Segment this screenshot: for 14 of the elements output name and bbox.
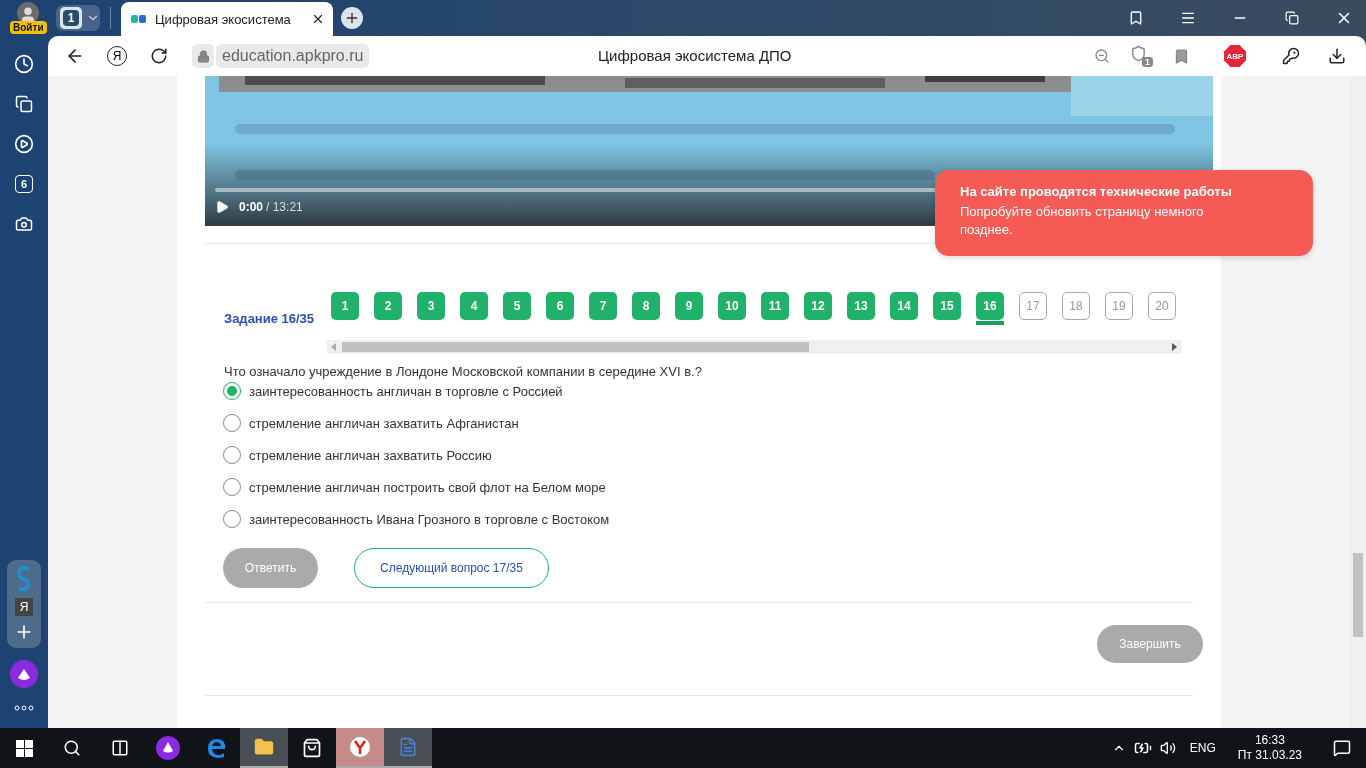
option-label: заинтересованность англичан в торговле с Россией	[249, 383, 563, 399]
task-label: Задание 16/35	[224, 311, 316, 326]
toast-title: На сайте проводятся технические работы	[960, 184, 1233, 199]
duration: / 13:21	[266, 200, 303, 214]
shield-badge: 1	[1142, 57, 1153, 67]
page-title: Цифровая экосистема ДПО	[598, 47, 792, 64]
question-text: Что означало учреждение в Лондоне Московской компании в середине XVI в.?	[224, 364, 703, 380]
option-label: стремление англичан захватить Россию	[249, 447, 492, 463]
option-label: стремление англичан захватить Афганистан	[249, 415, 519, 431]
option-label: заинтересованность Ивана Грозного в торговле с Востоком	[249, 511, 610, 527]
tab-title: Цифровая экосистема	[155, 11, 292, 27]
toast-message: Попробуйте обновить страницу немного позднее.	[960, 203, 1205, 239]
option-label: стремление англичан построить свой флот на Белом море	[249, 479, 606, 495]
current-time: 0:00	[239, 200, 264, 214]
